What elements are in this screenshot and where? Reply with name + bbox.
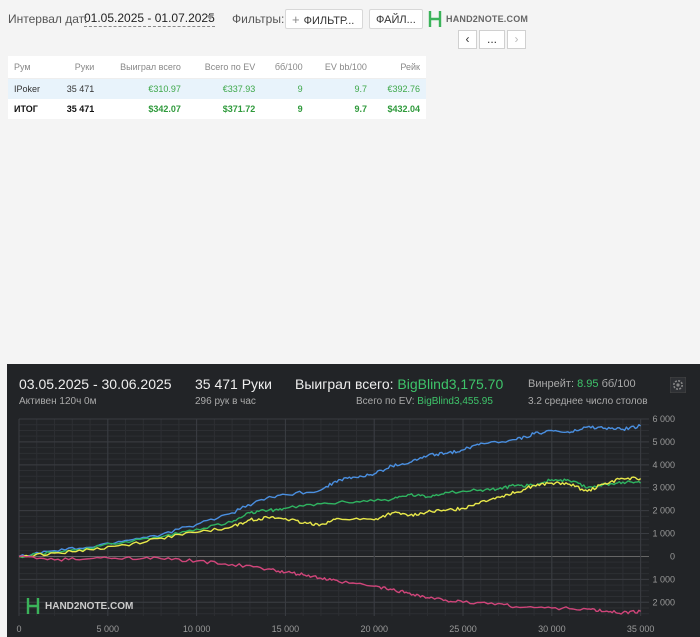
col-room[interactable]: Рум <box>8 56 54 79</box>
col-evbb100[interactable]: EV bb/100 <box>308 56 373 79</box>
table-total-row: ИТОГ 35 471 $342.07 $371.72 9 9.7 $432.0… <box>8 99 426 119</box>
watermark-logo: HAND2NOTE.COM <box>25 597 133 615</box>
x-tick-label: 35 000 <box>627 624 655 634</box>
filters-label: Фильтры: <box>232 12 285 26</box>
cell-won: €310.97 <box>100 78 187 99</box>
y-tick-label: 6 000 <box>652 414 675 424</box>
chevron-down-icon[interactable] <box>206 15 214 20</box>
x-tick-label: 20 000 <box>360 624 388 634</box>
graph-panel: 03.05.2025 - 30.06.2025 Активен 120ч 0м … <box>7 364 700 637</box>
plus-icon: + <box>292 12 300 27</box>
prev-button[interactable]: ‹ <box>458 30 477 49</box>
table-header-row: Рум Руки Выиграл всего Всего по EV бб/10… <box>8 56 426 79</box>
hand2note-logo-icon <box>428 11 442 27</box>
x-tick-label: 10 000 <box>183 624 211 634</box>
x-tick-label: 5 000 <box>97 624 120 634</box>
total-bb100: 9 <box>297 104 303 114</box>
y-tick-label: 1 000 <box>652 574 675 584</box>
y-tick-label: 0 <box>670 551 675 561</box>
hand2note-watermark-icon <box>26 598 40 614</box>
cell-ev: €337.93 <box>186 78 262 99</box>
total-rake: $432.04 <box>387 104 420 114</box>
cell-hands: 35 471 <box>53 78 101 99</box>
y-tick-label: 2 000 <box>652 506 675 516</box>
col-ev[interactable]: Всего по EV <box>186 56 262 79</box>
col-bb100[interactable]: бб/100 <box>261 56 309 79</box>
chevron-left-icon: ‹ <box>465 32 470 46</box>
col-won[interactable]: Выиграл всего <box>100 56 187 79</box>
y-tick-label: 3 000 <box>652 483 675 493</box>
table-row[interactable]: IPoker 35 471 €310.97 €337.93 9 9.7 €392… <box>8 78 426 99</box>
total-ev: $371.72 <box>222 104 256 114</box>
hand2note-logo: HAND2NOTE.COM <box>428 10 528 28</box>
watermark-text: HAND2NOTE.COM <box>45 600 134 612</box>
top-toolbar: Интервал дат: 01.05.2025 - 01.07.2025 Фи… <box>0 0 700 49</box>
y-tick-label: 4 000 <box>652 460 675 470</box>
x-tick-label: 30 000 <box>538 624 566 634</box>
x-tick-label: 25 000 <box>449 624 477 634</box>
next-button[interactable]: › <box>507 30 526 49</box>
filters-button[interactable]: + ФИЛЬТР... <box>285 9 363 29</box>
interval-label: Интервал дат: <box>8 12 88 26</box>
date-range-picker[interactable]: 01.05.2025 - 01.07.2025 <box>84 11 215 27</box>
total-room: ИТОГ <box>14 104 38 114</box>
col-rake[interactable]: Рейк <box>372 56 426 79</box>
cell-room: IPoker <box>8 78 54 99</box>
files-button[interactable]: ФАЙЛ... <box>369 9 423 29</box>
col-hands[interactable]: Руки <box>53 56 101 79</box>
logo-text: HAND2NOTE.COM <box>446 14 529 24</box>
cell-evbb100: 9.7 <box>308 78 373 99</box>
y-tick-label: 2 000 <box>652 597 675 607</box>
total-won: $342.07 <box>148 104 181 114</box>
more-button[interactable]: ... <box>479 30 505 49</box>
y-tick-label: 1 000 <box>652 529 675 539</box>
total-hands: 35 471 <box>66 104 95 114</box>
y-tick-label: 5 000 <box>652 437 675 447</box>
series-line-blue <box>18 424 642 558</box>
x-tick-label: 15 000 <box>272 624 300 634</box>
chevron-right-icon: › <box>514 32 519 46</box>
cell-rake: €392.76 <box>372 78 426 99</box>
cell-bb100: 9 <box>261 78 309 99</box>
x-tick-label: 0 <box>16 624 21 634</box>
total-evbb100: 9.7 <box>354 104 367 114</box>
stats-table: Рум Руки Выиграл всего Всего по EV бб/10… <box>8 56 426 119</box>
